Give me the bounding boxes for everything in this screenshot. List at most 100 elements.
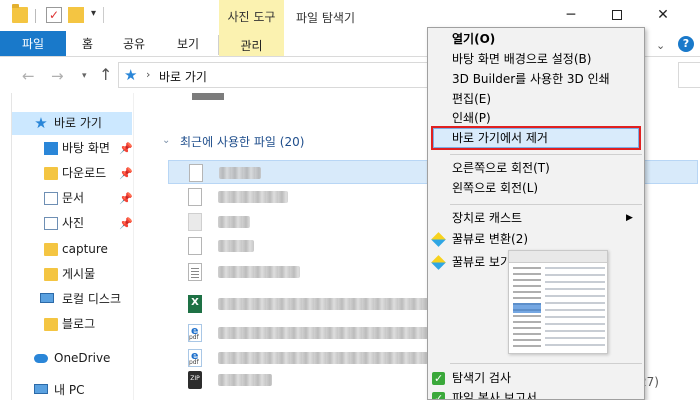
search-input[interactable] — [678, 62, 700, 88]
tab-manage[interactable]: 관리 — [219, 31, 284, 56]
menu-item-explorer-scan[interactable]: 탐색기 검사 — [428, 368, 644, 389]
sidebar-item-desktop[interactable]: 바탕 화면 📌 — [12, 137, 132, 160]
address-field[interactable]: ★ › 바로 가기 — [118, 62, 430, 88]
thumbnail-edge — [192, 93, 224, 100]
menu-item-label: 탐색기 검사 — [452, 371, 512, 385]
context-menu: 열기(O) 바탕 화면 배경으로 설정(B) 3D Builder를 사용한 3… — [427, 27, 645, 400]
menu-separator — [450, 154, 642, 155]
menu-item-label: 3D Builder를 사용한 3D 인쇄 — [452, 72, 610, 86]
image-preview-thumbnail — [508, 250, 608, 354]
pdf-file-icon — [188, 349, 202, 367]
forward-button[interactable]: → — [51, 67, 64, 85]
pin-icon: 📌 — [119, 192, 132, 205]
menu-item-label: 오른쪽으로 회전(T) — [452, 161, 550, 175]
address-path[interactable]: 바로 가기 — [159, 68, 207, 85]
window-title: 파일 탐색기 — [296, 11, 356, 25]
document-file-icon — [188, 263, 202, 281]
quick-access-dropdown-icon[interactable]: ▾ — [91, 8, 96, 19]
file-name-redacted — [218, 240, 254, 252]
new-folder-icon[interactable] — [68, 7, 84, 23]
thumbnail-selection — [513, 303, 541, 313]
menu-item-label: 꿀뷰로 변환(2) — [452, 232, 529, 246]
documents-folder-icon — [44, 192, 58, 205]
chevron-right-icon[interactable]: › — [146, 68, 150, 81]
sidebar-item-label: 로컬 디스크 — [62, 292, 122, 306]
menu-item-label: 파일 복사 보고서 — [452, 391, 537, 400]
menu-item-remove-from-quick-access[interactable]: 바로 가기에서 제거 — [431, 126, 641, 150]
folder-icon — [44, 243, 58, 256]
image-file-icon — [189, 164, 203, 182]
menu-item-label: 바탕 화면 배경으로 설정(B) — [452, 52, 592, 66]
group-header[interactable]: 최근에 사용한 파일 (20) — [180, 133, 304, 150]
image-file-icon — [188, 237, 202, 255]
menu-item-3d-print[interactable]: 3D Builder를 사용한 3D 인쇄 — [428, 69, 644, 89]
sidebar-item-label: 블로그 — [62, 317, 96, 331]
sidebar-item-label: OneDrive — [54, 351, 111, 365]
pin-icon: 📌 — [119, 217, 132, 230]
pictures-folder-icon — [44, 217, 58, 230]
sidebar-item-posts[interactable]: 게시물 — [12, 263, 132, 286]
sidebar-item-documents[interactable]: 문서 📌 — [12, 187, 132, 210]
menu-item-rotate-left[interactable]: 왼쪽으로 회전(L) — [428, 178, 644, 198]
folder-icon — [44, 318, 58, 331]
menu-item-rotate-right[interactable]: 오른쪽으로 회전(T) — [428, 158, 644, 178]
menu-item-file-copy-report[interactable]: 파일 복사 보고서 — [428, 388, 644, 400]
folder-icon — [44, 268, 58, 281]
sidebar-item-downloads[interactable]: 다운로드 📌 — [12, 162, 132, 185]
sidebar-item-pictures[interactable]: 사진 📌 — [12, 212, 132, 235]
menu-item-label: 장치로 캐스트 — [452, 211, 523, 225]
file-name-redacted — [218, 298, 443, 310]
menu-item-label: 왼쪽으로 회전(L) — [452, 181, 539, 195]
back-button[interactable]: ← — [22, 67, 35, 85]
sidebar-item-quick-access[interactable]: ★ 바로 가기 — [12, 112, 132, 135]
excel-file-icon — [188, 295, 202, 313]
tab-view[interactable]: 보기 — [159, 31, 217, 56]
desktop-folder-icon — [44, 142, 58, 155]
separator — [103, 7, 104, 23]
sidebar-item-blog[interactable]: 블로그 — [12, 313, 132, 336]
menu-item-open[interactable]: 열기(O) — [428, 29, 644, 49]
check-icon — [432, 369, 445, 389]
help-icon[interactable]: ? — [678, 36, 694, 52]
maximize-icon — [612, 10, 622, 20]
sidebar-item-label: 바로 가기 — [54, 116, 102, 130]
sidebar-item-onedrive[interactable]: OneDrive — [12, 347, 132, 370]
recent-locations-icon[interactable]: ▾ — [82, 71, 87, 81]
menu-item-honeyview-convert[interactable]: 꿀뷰로 변환(2) — [428, 229, 644, 249]
menu-item-label: 열기(O) — [452, 32, 496, 46]
sidebar-item-label: capture — [62, 242, 108, 256]
file-name-redacted — [219, 167, 261, 179]
file-name-redacted — [218, 266, 300, 278]
pdf-file-icon — [188, 324, 202, 342]
sidebar-item-label: 내 PC — [54, 383, 85, 397]
sidebar-item-this-pc[interactable]: 내 PC — [12, 379, 132, 400]
star-icon: ★ — [34, 114, 48, 132]
sidebar-item-label: 문서 — [62, 191, 85, 205]
tab-file[interactable]: 파일 — [0, 31, 66, 56]
menu-item-set-desktop-background[interactable]: 바탕 화면 배경으로 설정(B) — [428, 49, 644, 69]
menu-item-print[interactable]: 인쇄(P) — [428, 108, 644, 128]
tab-share[interactable]: 공유 — [109, 31, 159, 56]
navigation-pane: ★ 바로 가기 바탕 화면 📌 다운로드 📌 문서 📌 사진 📌 capture… — [12, 93, 132, 400]
menu-item-label: 편집(E) — [452, 92, 492, 106]
sidebar-item-local-disk[interactable]: 로컬 디스크 — [12, 288, 132, 311]
thumbnail-titlebar — [509, 251, 607, 263]
expand-ribbon-icon[interactable]: ⌄ — [656, 39, 665, 52]
honeyview-icon — [431, 232, 446, 247]
close-button[interactable]: ✕ — [640, 0, 686, 31]
properties-check-icon[interactable]: ✓ — [46, 7, 62, 23]
menu-item-edit[interactable]: 편집(E) — [428, 89, 644, 109]
file-name-redacted — [218, 374, 272, 386]
tab-home[interactable]: 홈 — [66, 31, 109, 56]
sidebar-item-label: 바탕 화면 — [62, 141, 110, 155]
check-icon — [432, 389, 445, 399]
file-name-redacted — [218, 352, 428, 364]
sidebar-item-capture[interactable]: capture — [12, 238, 132, 261]
menu-item-cast-to-device[interactable]: 장치로 캐스트 ▶ — [428, 208, 644, 228]
quick-access-star-icon: ★ — [124, 66, 138, 84]
downloads-folder-icon — [44, 167, 58, 180]
chevron-down-icon[interactable]: ⌄ — [162, 135, 170, 146]
up-button[interactable]: ↑ — [99, 65, 112, 84]
picture-tools-tab-group: 사진 도구 — [219, 0, 284, 31]
pin-icon: 📌 — [119, 167, 132, 180]
